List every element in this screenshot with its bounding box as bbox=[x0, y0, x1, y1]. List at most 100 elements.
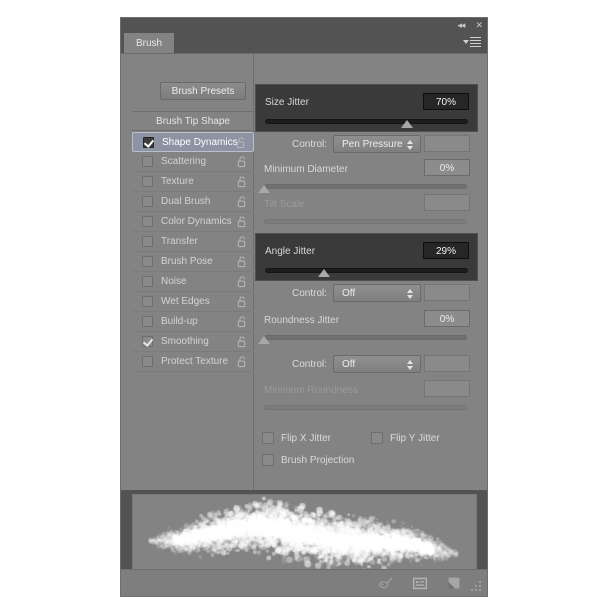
flip-x-jitter-label: Flip X Jitter bbox=[281, 433, 331, 444]
chevron-down-icon bbox=[463, 40, 469, 44]
open-preset-manager-icon[interactable] bbox=[411, 574, 429, 592]
unlocked-icon[interactable] bbox=[237, 176, 248, 188]
sidebar-item-protect-texture[interactable]: Protect Texture bbox=[132, 352, 254, 372]
unlocked-icon[interactable] bbox=[237, 216, 248, 228]
flip-x-jitter-checkbox[interactable] bbox=[262, 432, 274, 444]
minimum-diameter-label: Minimum Diameter bbox=[264, 164, 348, 175]
sidebar-item-noise[interactable]: Noise bbox=[132, 272, 254, 292]
unlocked-icon[interactable] bbox=[237, 156, 248, 168]
angle-jitter-thumb[interactable] bbox=[318, 269, 330, 277]
stepper-arrows-icon bbox=[407, 360, 413, 370]
size-control-dropdown[interactable]: Pen Pressure bbox=[333, 135, 421, 153]
menu-lines-icon bbox=[470, 37, 481, 47]
minimum-roundness-value bbox=[424, 380, 470, 397]
angle-jitter-label: Angle Jitter bbox=[265, 246, 315, 257]
sidebar-item-scattering[interactable]: Scattering bbox=[132, 152, 254, 172]
checkbox[interactable] bbox=[142, 356, 153, 367]
minimum-diameter-thumb[interactable] bbox=[258, 185, 270, 193]
angle-control-label: Control: bbox=[269, 288, 327, 299]
tilt-scale-label: Tilt Scale bbox=[264, 199, 305, 210]
flip-y-jitter-label: Flip Y Jitter bbox=[390, 433, 440, 444]
roundness-jitter-value[interactable]: 0% bbox=[424, 310, 470, 327]
angle-jitter-value[interactable]: 29% bbox=[423, 242, 469, 259]
brush-presets-button[interactable]: Brush Presets bbox=[160, 82, 246, 100]
checkbox[interactable] bbox=[142, 316, 153, 327]
window-controls: ◂◂ ✕ bbox=[457, 20, 482, 30]
checkbox[interactable] bbox=[142, 296, 153, 307]
create-new-brush-icon[interactable] bbox=[445, 574, 463, 592]
checkbox[interactable] bbox=[143, 137, 154, 148]
sidebar-item-dual-brush[interactable]: Dual Brush bbox=[132, 192, 254, 212]
sidebar-item-label: Noise bbox=[161, 276, 187, 287]
minimum-roundness-label: Minimum Roundness bbox=[264, 385, 358, 396]
sidebar-item-label: Shape Dynamics bbox=[162, 137, 238, 148]
tab-brush[interactable]: Brush bbox=[124, 33, 174, 53]
brush-projection-checkbox[interactable] bbox=[262, 454, 274, 466]
sidebar-item-brush-pose[interactable]: Brush Pose bbox=[132, 252, 254, 272]
minimum-roundness-track bbox=[264, 405, 467, 410]
panel-footer bbox=[121, 569, 487, 596]
brush-tip-shape-label: Brush Tip Shape bbox=[132, 112, 254, 131]
close-icon[interactable]: ✕ bbox=[475, 20, 482, 30]
unlocked-icon[interactable] bbox=[237, 316, 248, 328]
tab-strip: Brush bbox=[121, 33, 487, 54]
size-control-label: Control: bbox=[269, 139, 327, 150]
checkbox[interactable] bbox=[142, 276, 153, 287]
minimum-roundness-slider bbox=[264, 403, 467, 413]
roundness-control-value: Off bbox=[342, 356, 355, 374]
angle-jitter-slider[interactable] bbox=[265, 266, 468, 276]
toggle-brush-settings-icon[interactable] bbox=[377, 574, 395, 592]
size-jitter-value[interactable]: 70% bbox=[423, 93, 469, 110]
checkbox[interactable] bbox=[142, 236, 153, 247]
panel-menu-icon[interactable] bbox=[463, 37, 481, 47]
sidebar-item-shape-dynamics[interactable]: Shape Dynamics bbox=[132, 132, 254, 152]
resize-grip-icon[interactable] bbox=[471, 581, 483, 593]
checkbox[interactable] bbox=[142, 156, 153, 167]
size-jitter-label: Size Jitter bbox=[265, 97, 309, 108]
sidebar-item-label: Scattering bbox=[161, 156, 206, 167]
tilt-scale-slider bbox=[264, 217, 467, 227]
sidebar-item-label: Protect Texture bbox=[161, 356, 228, 367]
unlocked-icon[interactable] bbox=[236, 137, 247, 149]
angle-control-dropdown[interactable]: Off bbox=[333, 284, 421, 302]
unlocked-icon[interactable] bbox=[237, 336, 248, 348]
unlocked-icon[interactable] bbox=[237, 236, 248, 248]
unlocked-icon[interactable] bbox=[237, 356, 248, 368]
roundness-jitter-thumb[interactable] bbox=[258, 336, 270, 344]
checkbox[interactable] bbox=[142, 336, 153, 347]
checkbox[interactable] bbox=[142, 256, 153, 267]
minimum-diameter-track bbox=[264, 184, 467, 189]
sidebar-item-color-dynamics[interactable]: Color Dynamics bbox=[132, 212, 254, 232]
unlocked-icon[interactable] bbox=[237, 296, 248, 308]
size-jitter-thumb[interactable] bbox=[401, 120, 413, 128]
unlocked-icon[interactable] bbox=[237, 276, 248, 288]
angle-jitter-block: Angle Jitter 29% bbox=[255, 233, 478, 281]
checkbox[interactable] bbox=[142, 176, 153, 187]
sidebar-item-brush-tip-shape[interactable]: Brush Tip Shape bbox=[132, 111, 254, 131]
tilt-scale-track bbox=[264, 219, 467, 224]
size-jitter-block: Size Jitter 70% bbox=[255, 84, 478, 132]
sidebar-item-build-up[interactable]: Build-up bbox=[132, 312, 254, 332]
sidebar-item-texture[interactable]: Texture bbox=[132, 172, 254, 192]
sidebar-item-transfer[interactable]: Transfer bbox=[132, 232, 254, 252]
minimum-diameter-slider[interactable] bbox=[264, 182, 467, 192]
roundness-jitter-label: Roundness Jitter bbox=[264, 315, 339, 326]
roundness-control-dropdown[interactable]: Off bbox=[333, 355, 421, 373]
size-jitter-slider[interactable] bbox=[265, 117, 468, 127]
roundness-control-label: Control: bbox=[269, 359, 327, 370]
dynamics-sidebar: Brush Presets Brush Tip Shape Shape Dyna… bbox=[132, 54, 254, 490]
sidebar-item-wet-edges[interactable]: Wet Edges bbox=[132, 292, 254, 312]
sidebar-item-smoothing[interactable]: Smoothing bbox=[132, 332, 254, 352]
checkbox[interactable] bbox=[142, 216, 153, 227]
collapse-arrows-icon[interactable]: ◂◂ bbox=[457, 20, 464, 30]
flip-y-jitter-checkbox[interactable] bbox=[371, 432, 383, 444]
angle-control-value: Off bbox=[342, 285, 355, 303]
checkbox[interactable] bbox=[142, 196, 153, 207]
unlocked-icon[interactable] bbox=[237, 196, 248, 208]
sidebar-item-label: Smoothing bbox=[161, 336, 209, 347]
roundness-jitter-slider[interactable] bbox=[264, 333, 467, 343]
sidebar-item-label: Color Dynamics bbox=[161, 216, 232, 227]
unlocked-icon[interactable] bbox=[237, 256, 248, 268]
settings-column: Size Jitter 70% Control: Pen Pressure Mi… bbox=[255, 54, 478, 490]
minimum-diameter-value[interactable]: 0% bbox=[424, 159, 470, 176]
